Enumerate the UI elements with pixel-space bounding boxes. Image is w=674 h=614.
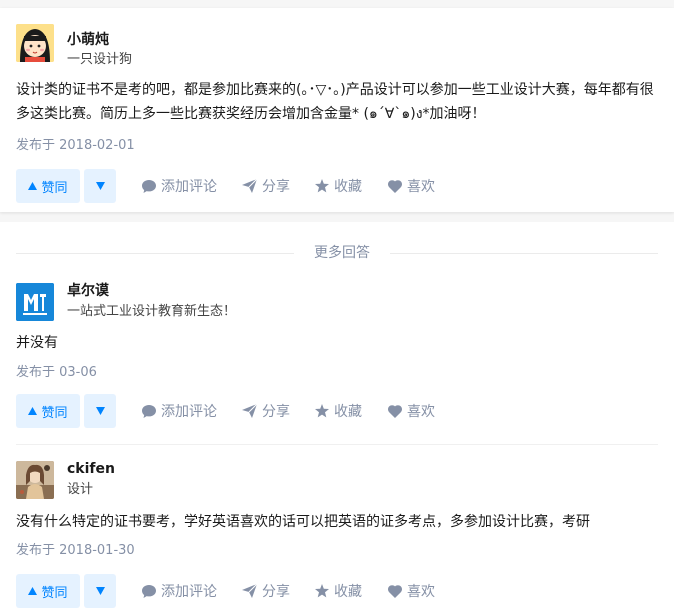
star-icon — [315, 404, 329, 418]
action-bar: 赞同 添加评论 分享 收藏 喜欢 — [16, 169, 656, 203]
collect-label: 收藏 — [334, 404, 362, 420]
comment-button[interactable]: 添加评论 — [142, 169, 217, 203]
answer-content: 没有什么特定的证书要考，学好英语喜欢的话可以把英语的证多考点，多参加设计比赛，考… — [16, 514, 590, 530]
collect-label: 收藏 — [334, 179, 362, 195]
avatar[interactable] — [16, 24, 54, 62]
publish-date[interactable]: 发布于 03-06 — [16, 363, 97, 383]
share-label: 分享 — [262, 179, 290, 195]
comment-bubble-icon — [142, 179, 156, 193]
like-label: 喜欢 — [407, 584, 435, 600]
avatar[interactable] — [16, 283, 54, 321]
collect-button[interactable]: 收藏 — [315, 394, 362, 428]
heart-icon — [388, 179, 402, 193]
like-label: 喜欢 — [407, 404, 435, 420]
author-bio: 一站式工业设计教育新生态！ — [67, 304, 237, 319]
upvote-label: 赞同 — [41, 180, 68, 196]
paper-plane-icon — [242, 404, 257, 418]
upvote-button[interactable]: 赞同 — [16, 394, 80, 428]
triangle-up-icon — [28, 587, 38, 595]
share-button[interactable]: 分享 — [242, 574, 290, 608]
downvote-button[interactable] — [84, 574, 116, 608]
cartoon-girl-avatar-icon — [16, 24, 54, 62]
like-button[interactable]: 喜欢 — [388, 574, 435, 608]
comment-bubble-icon — [142, 404, 156, 418]
comment-button[interactable]: 添加评论 — [142, 394, 217, 428]
answer-card-top: 小萌炖 一只设计狗 设计类的证书不是考的吧，都是参加比赛来的(｡･▽･｡)产品设… — [0, 8, 674, 212]
upvote-button[interactable]: 赞同 — [16, 574, 80, 608]
avatar[interactable] — [16, 461, 54, 499]
star-icon — [315, 179, 329, 193]
publish-date[interactable]: 发布于 2018-02-01 — [16, 136, 135, 156]
heart-icon — [388, 584, 402, 598]
comment-label: 添加评论 — [161, 404, 217, 420]
like-label: 喜欢 — [407, 179, 435, 195]
collect-button[interactable]: 收藏 — [315, 169, 362, 203]
author-bio: 一只设计狗 — [67, 52, 133, 67]
upvote-label: 赞同 — [41, 405, 68, 421]
divider — [390, 253, 658, 254]
triangle-up-icon — [28, 182, 38, 190]
more-answers-heading: 更多回答 — [314, 245, 370, 261]
divider — [16, 253, 294, 254]
heart-icon — [388, 404, 402, 418]
answer-separator — [16, 444, 658, 445]
author-name[interactable]: 卓尔谟 — [67, 281, 109, 301]
paper-plane-icon — [242, 179, 257, 193]
upvote-button[interactable]: 赞同 — [16, 169, 80, 203]
author-bio: 设计 — [67, 482, 94, 497]
answer-content: 并没有 — [16, 335, 58, 351]
share-button[interactable]: 分享 — [242, 394, 290, 428]
downvote-button[interactable] — [84, 394, 116, 428]
action-bar: 赞同 添加评论 分享 收藏 喜欢 — [16, 394, 656, 428]
brand-logo-avatar-icon — [16, 283, 54, 321]
share-label: 分享 — [262, 584, 290, 600]
publish-date[interactable]: 发布于 2018-01-30 — [16, 541, 135, 561]
share-button[interactable]: 分享 — [242, 169, 290, 203]
downvote-button[interactable] — [84, 169, 116, 203]
author-name[interactable]: 小萌炖 — [67, 30, 109, 50]
share-label: 分享 — [262, 404, 290, 420]
like-button[interactable]: 喜欢 — [388, 169, 435, 203]
triangle-down-icon — [95, 182, 105, 190]
paper-plane-icon — [242, 584, 257, 598]
answer-content: 设计类的证书不是考的吧，都是参加比赛来的(｡･▽･｡)产品设计可以参加一些工业设… — [16, 82, 654, 122]
comment-bubble-icon — [142, 584, 156, 598]
triangle-down-icon — [95, 407, 105, 415]
star-icon — [315, 584, 329, 598]
author-name[interactable]: ckifen — [67, 459, 115, 479]
like-button[interactable]: 喜欢 — [388, 394, 435, 428]
upvote-label: 赞同 — [41, 585, 68, 601]
collect-label: 收藏 — [334, 584, 362, 600]
triangle-down-icon — [95, 587, 105, 595]
collect-button[interactable]: 收藏 — [315, 574, 362, 608]
comment-button[interactable]: 添加评论 — [142, 574, 217, 608]
comment-label: 添加评论 — [161, 584, 217, 600]
illustration-avatar-icon — [16, 461, 54, 499]
triangle-up-icon — [28, 407, 38, 415]
action-bar: 赞同 添加评论 分享 收藏 喜欢 — [16, 574, 656, 608]
comment-label: 添加评论 — [161, 179, 217, 195]
